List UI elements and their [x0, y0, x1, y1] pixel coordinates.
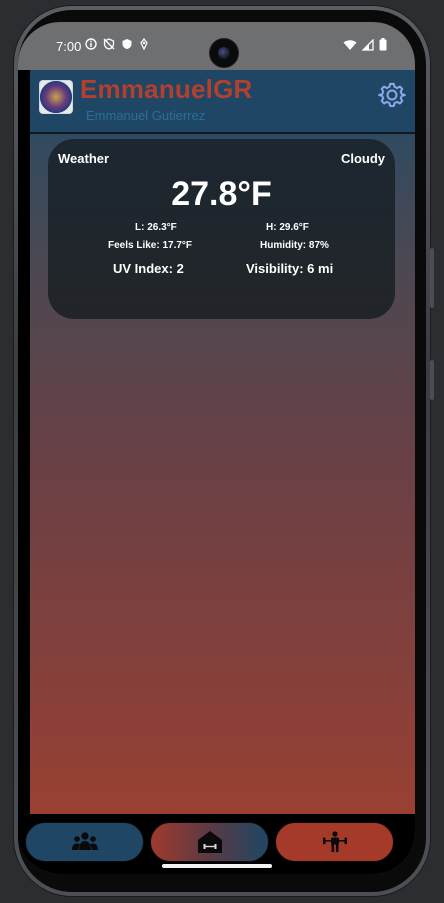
battery-icon	[379, 38, 387, 51]
shield-off-icon	[103, 38, 115, 50]
home-indicator[interactable]	[162, 864, 272, 868]
app-title: EmmanuelGR	[80, 74, 253, 104]
nav-workout-button[interactable]	[275, 822, 394, 862]
weather-condition: Cloudy	[340, 151, 385, 166]
app-subtitle: Emmanuel Gutierrez	[86, 108, 206, 123]
high-temperature: H: 29.6°F	[266, 222, 309, 233]
app-logo	[39, 80, 73, 114]
weightlifter-icon	[322, 831, 347, 852]
nav-home-gym-button[interactable]	[150, 822, 269, 862]
location-icon	[140, 38, 148, 50]
low-temperature: L: 26.3°F	[135, 222, 177, 233]
bottom-nav	[18, 814, 415, 874]
uv-index: UV Index: 2	[113, 261, 184, 276]
visibility: Visibility: 6 mi	[246, 261, 334, 276]
wifi-icon	[343, 39, 357, 50]
settings-button[interactable]	[378, 81, 406, 109]
gear-icon	[378, 82, 406, 108]
weather-card[interactable]: Weather Cloudy 27.8°F L: 26.3°F H: 29.6°…	[48, 139, 395, 319]
weather-label: Weather	[58, 151, 110, 166]
main-content: Weather Cloudy 27.8°F L: 26.3°F H: 29.6°…	[30, 134, 415, 874]
screen: 7:00 EmmanuelGR Emmanuel Gutierrez Weath…	[18, 22, 415, 874]
front-camera	[209, 38, 239, 68]
humidity: Humidity: 87%	[260, 240, 329, 251]
side-button	[430, 248, 434, 308]
feels-like: Feels Like: 17.7°F	[108, 240, 193, 251]
signal-icon	[362, 38, 374, 51]
group-icon	[71, 832, 98, 850]
status-time: 7:00	[56, 39, 82, 54]
app-bar: EmmanuelGR Emmanuel Gutierrez	[30, 70, 415, 134]
side-button	[430, 360, 434, 400]
home-gym-icon	[197, 831, 222, 853]
status-bar: 7:00	[18, 22, 415, 70]
current-temperature: 27.8°F	[171, 175, 272, 213]
shield-icon	[122, 39, 132, 49]
nav-group-button[interactable]	[25, 822, 144, 862]
info-icon	[85, 38, 97, 50]
